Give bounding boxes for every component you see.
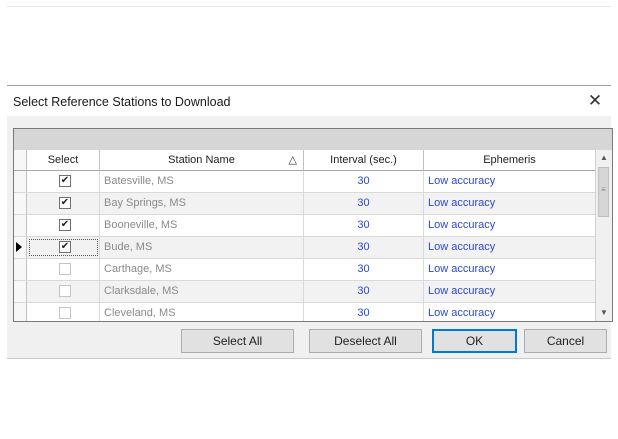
close-icon[interactable]: ✕ xyxy=(583,89,607,113)
scroll-up-icon[interactable]: ▲ xyxy=(596,150,612,166)
ephemeris-cell[interactable]: Low accuracy xyxy=(424,237,596,258)
row-header-corner xyxy=(14,150,27,171)
row-header[interactable] xyxy=(14,303,27,321)
ephemeris-cell[interactable]: Low accuracy xyxy=(424,215,596,236)
interval-cell[interactable]: 30 xyxy=(304,171,424,192)
select-cell: ✔ xyxy=(27,171,100,192)
ephemeris-cell[interactable]: Low accuracy xyxy=(424,303,596,321)
row-header[interactable] xyxy=(14,171,27,192)
station-name-cell: Bude, MS xyxy=(100,237,304,258)
scroll-down-icon[interactable]: ▼ xyxy=(596,305,612,321)
row-header[interactable] xyxy=(14,215,27,236)
dialog-title: Select Reference Stations to Download xyxy=(13,95,231,109)
select-checkbox[interactable]: ✔ xyxy=(59,219,71,231)
select-cell xyxy=(27,303,100,321)
select-cell: ✔ xyxy=(27,193,100,214)
sort-ascending-icon: △ xyxy=(288,154,297,166)
table-row[interactable]: ✔ Booneville, MS 30 Low accuracy xyxy=(14,215,596,237)
select-cell: ✔ xyxy=(27,237,100,258)
cancel-button[interactable]: Cancel xyxy=(524,329,607,353)
interval-cell[interactable]: 30 xyxy=(304,281,424,302)
ephemeris-cell[interactable]: Low accuracy xyxy=(424,281,596,302)
column-header-ephemeris[interactable]: Ephemeris xyxy=(424,150,596,171)
table-row[interactable]: ✔ Bay Springs, MS 30 Low accuracy xyxy=(14,193,596,215)
ephemeris-cell[interactable]: Low accuracy xyxy=(424,193,596,214)
table-row[interactable]: ✔ Batesville, MS 30 Low accuracy xyxy=(14,171,596,193)
interval-cell[interactable]: 30 xyxy=(304,259,424,280)
select-checkbox[interactable]: ✔ xyxy=(59,197,71,209)
select-stations-dialog: Select Reference Stations to Download ✕ … xyxy=(7,85,613,359)
table-row[interactable]: Cleveland, MS 30 Low accuracy xyxy=(14,303,596,321)
select-cell xyxy=(27,281,100,302)
select-all-button[interactable]: Select All xyxy=(181,329,294,353)
row-header[interactable] xyxy=(14,237,27,258)
select-checkbox[interactable]: ✔ xyxy=(59,175,71,187)
station-name-cell: Bay Springs, MS xyxy=(100,193,304,214)
table-row[interactable]: ✔ Bude, MS 30 Low accuracy xyxy=(14,237,596,259)
table-row[interactable]: Clarksdale, MS 30 Low accuracy xyxy=(14,281,596,303)
ephemeris-cell[interactable]: Low accuracy xyxy=(424,259,596,280)
select-cell: ✔ xyxy=(27,215,100,236)
scroll-grip-icon: ≡ xyxy=(601,185,606,194)
station-name-cell: Clarksdale, MS xyxy=(100,281,304,302)
vertical-scrollbar[interactable]: ▲ ≡ ▼ xyxy=(595,150,612,321)
select-checkbox[interactable]: ✔ xyxy=(59,241,71,253)
row-header[interactable] xyxy=(14,281,27,302)
select-checkbox[interactable] xyxy=(59,285,71,297)
row-header[interactable] xyxy=(14,193,27,214)
interval-cell[interactable]: 30 xyxy=(304,193,424,214)
table-row[interactable]: Carthage, MS 30 Low accuracy xyxy=(14,259,596,281)
column-header-select[interactable]: Select xyxy=(27,150,100,171)
top-divider xyxy=(7,6,611,7)
interval-cell[interactable]: 30 xyxy=(304,215,424,236)
select-checkbox[interactable] xyxy=(59,263,71,275)
row-header[interactable] xyxy=(14,259,27,280)
deselect-all-button[interactable]: Deselect All xyxy=(309,329,422,353)
station-name-cell: Batesville, MS xyxy=(100,171,304,192)
scroll-thumb[interactable]: ≡ xyxy=(598,167,609,217)
current-row-arrow-icon xyxy=(16,242,22,252)
ephemeris-cell[interactable]: Low accuracy xyxy=(424,171,596,192)
grid-group-panel xyxy=(14,129,612,150)
select-checkbox[interactable] xyxy=(59,307,71,319)
station-name-cell: Carthage, MS xyxy=(100,259,304,280)
select-cell xyxy=(27,259,100,280)
station-name-cell: Cleveland, MS xyxy=(100,303,304,321)
station-name-cell: Booneville, MS xyxy=(100,215,304,236)
ok-button[interactable]: OK xyxy=(432,329,517,353)
interval-cell[interactable]: 30 xyxy=(304,303,424,321)
column-header-station-name[interactable]: Station Name △ xyxy=(100,150,304,171)
stations-grid: Select Station Name △ Interval (sec.) Ep… xyxy=(13,128,613,322)
grid-rows: ✔ Batesville, MS 30 Low accuracy ✔ Bay Spring… xyxy=(14,171,596,321)
column-header-station-name-label: Station Name xyxy=(168,154,235,166)
dialog-titlebar: Select Reference Stations to Download ✕ xyxy=(7,86,611,116)
interval-cell[interactable]: 30 xyxy=(304,237,424,258)
column-header-interval[interactable]: Interval (sec.) xyxy=(304,150,424,171)
